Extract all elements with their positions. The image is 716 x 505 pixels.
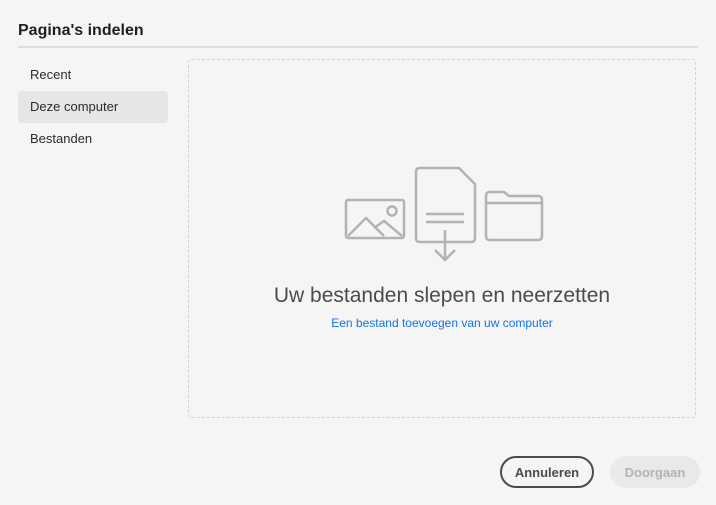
document-download-icon [414,166,477,262]
sidebar-item-label: Recent [30,67,72,82]
add-file-link[interactable]: Een bestand toevoegen van uw computer [189,316,695,330]
drop-zone-title: Uw bestanden slepen en neerzetten [273,284,611,307]
title-divider [18,46,698,48]
image-icon [344,198,406,240]
dialog-title: Pagina's indelen [18,22,144,39]
cancel-button[interactable]: Annuleren [500,456,594,488]
sidebar-item-label: Deze computer [30,99,119,114]
continue-button[interactable]: Doorgaan [610,456,700,488]
sidebar-item-this-computer[interactable]: Deze computer [18,91,168,123]
file-illustration [344,166,544,262]
folder-icon [484,190,544,242]
sidebar-item-recent[interactable]: Recent [18,59,168,91]
sidebar-item-label: Bestanden [30,131,93,146]
sidebar-item-files[interactable]: Bestanden [18,123,168,155]
sidebar: Recent Deze computer Bestanden [18,59,168,155]
drop-zone[interactable]: Uw bestanden slepen en neerzetten Een be… [188,59,696,418]
